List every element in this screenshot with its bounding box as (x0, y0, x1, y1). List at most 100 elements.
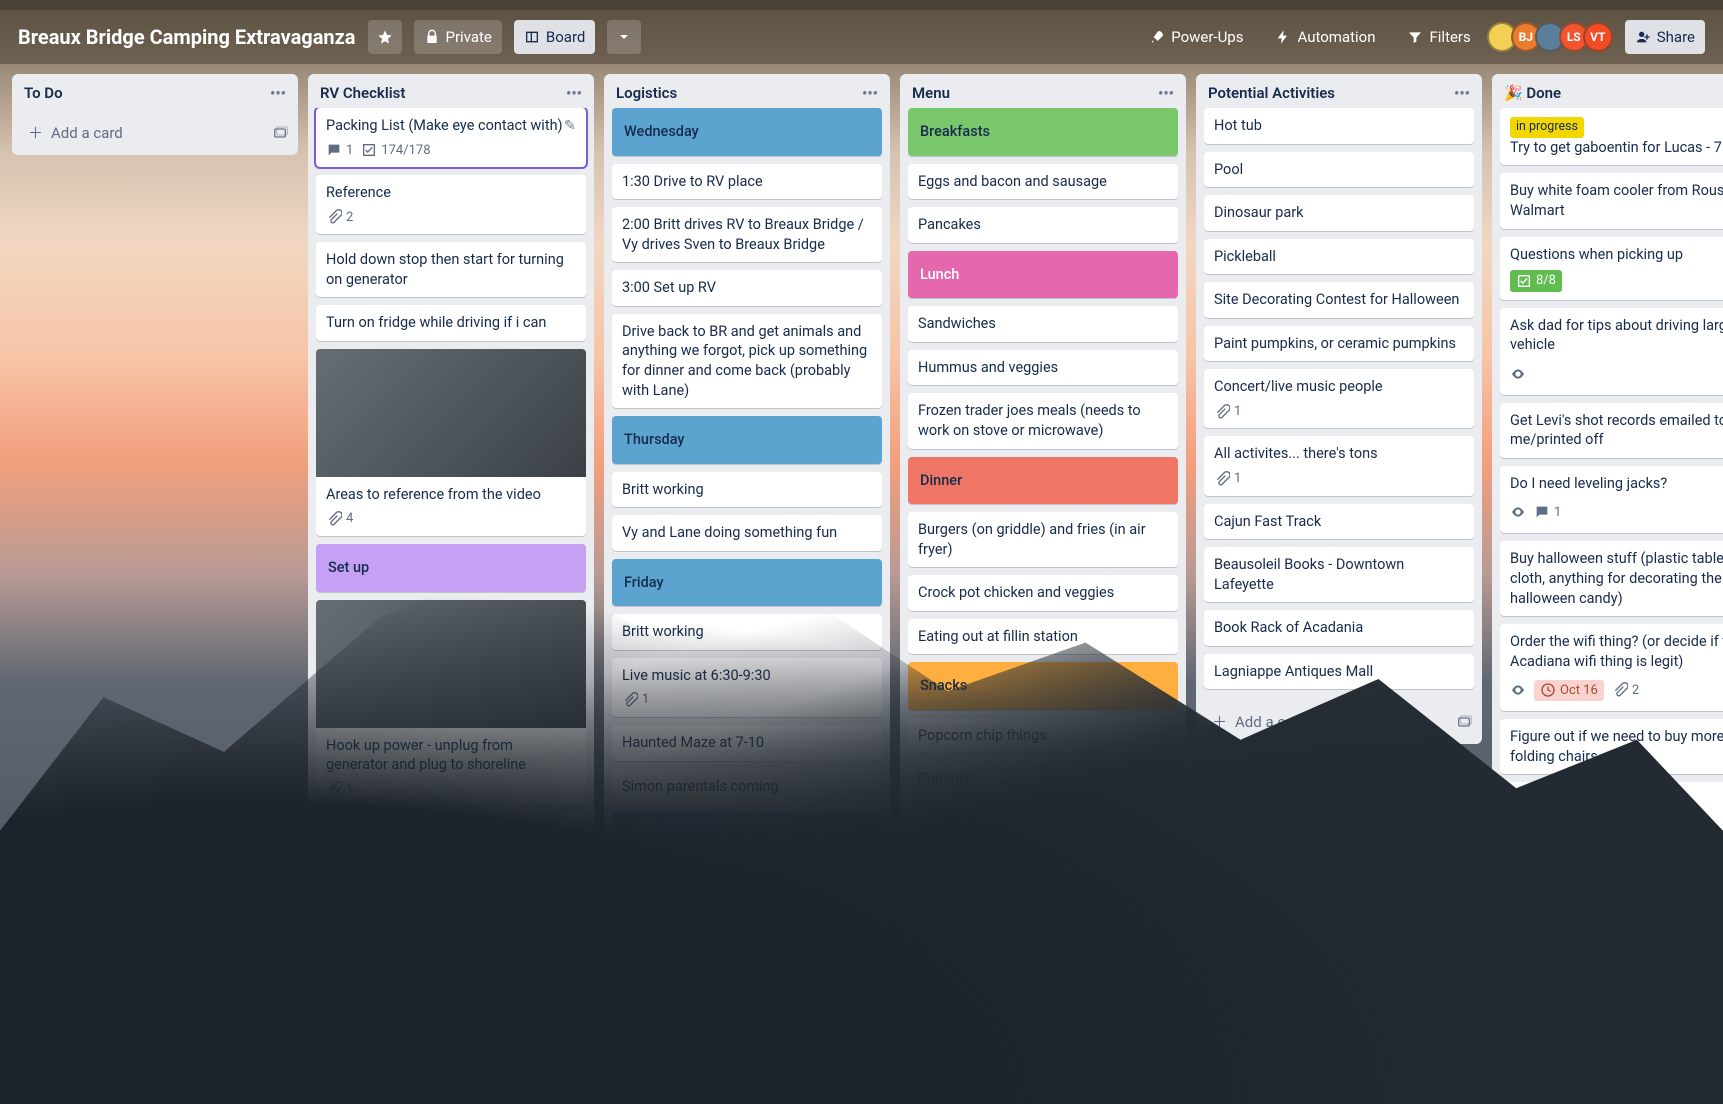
card[interactable]: Pool (1204, 152, 1474, 188)
rocket-icon (1149, 29, 1165, 45)
card-badges: 1174/178 (326, 142, 576, 160)
card[interactable]: Hold down stop then start for turning on… (316, 242, 586, 297)
chevron-down-icon (616, 29, 632, 45)
list-title[interactable]: Potential Activities (1208, 84, 1335, 102)
card[interactable]: Cajun Fast Track (1204, 504, 1474, 540)
list-title[interactable]: RV Checklist (320, 84, 405, 102)
card[interactable]: Paint pumpkins, or ceramic pumpkins (1204, 326, 1474, 362)
card[interactable]: Dinosaur park (1204, 195, 1474, 231)
automation-button[interactable]: Automation (1265, 20, 1385, 54)
card-title: Frozen trader joes meals (needs to work … (918, 402, 1141, 439)
card[interactable]: Reference2 (316, 175, 586, 234)
add-card-button[interactable]: ＋ Add a card (22, 118, 264, 147)
view-button[interactable]: Board (514, 20, 595, 54)
list-menu-button[interactable]: ••• (1454, 84, 1470, 102)
card[interactable]: Buy halloween stuff (plastic table cloth… (1500, 541, 1723, 616)
badge-attach: 1 (1214, 403, 1241, 421)
card[interactable]: Site Decorating Contest for Halloween (1204, 282, 1474, 318)
card[interactable]: Buy white foam cooler from Rouses or Wal… (1500, 173, 1723, 228)
card[interactable]: 2:00 Britt drives RV to Breaux Bridge / … (612, 207, 882, 262)
card[interactable]: Breakfasts (908, 108, 1178, 156)
card[interactable]: 3:00 Set up RV (612, 270, 882, 306)
card[interactable]: Drive back to BR and get animals and any… (612, 314, 882, 408)
card-title: Questions when picking up (1510, 246, 1683, 263)
card[interactable]: Dinner (908, 457, 1178, 505)
card-title: Set up (328, 559, 369, 576)
card[interactable]: Eating out at fillin station (908, 619, 1178, 655)
card[interactable]: ✎Packing List (Make eye contact with)117… (316, 108, 586, 167)
card[interactable]: Frozen trader joes meals (needs to work … (908, 393, 1178, 448)
card[interactable]: Hummus and veggies (908, 350, 1178, 386)
list-cards[interactable]: Hot tub Pool Dinosaur park Pickleball Site D… (1196, 108, 1482, 699)
card[interactable]: Do I need leveling jacks?1 (1500, 466, 1723, 534)
pencil-icon[interactable]: ✎ (564, 116, 576, 136)
list-menu-button[interactable]: ••• (566, 84, 582, 102)
list-header: To Do ••• (12, 74, 298, 108)
card[interactable]: Pickleball (1204, 239, 1474, 275)
card[interactable]: Beausoleil Books - Downtown Lafeyette (1204, 547, 1474, 602)
share-button[interactable]: Share (1625, 20, 1705, 54)
card[interactable]: Crock pot chicken and veggies (908, 575, 1178, 611)
card[interactable]: Wednesday (612, 108, 882, 156)
filters-label: Filters (1429, 28, 1470, 46)
badge-attach: 2 (1612, 682, 1639, 700)
star-button[interactable] (368, 20, 402, 54)
star-icon (377, 29, 393, 45)
list-menu-button[interactable]: ••• (862, 84, 878, 102)
card[interactable]: Lunch (908, 251, 1178, 299)
list-title[interactable]: Menu (912, 84, 950, 102)
card-badges (1510, 361, 1723, 387)
visibility-label: Private (446, 28, 492, 46)
card-title: Try to get gaboentin for Lucas - 7lbs (1510, 139, 1723, 156)
card-badges: 1 (1510, 499, 1723, 525)
card[interactable]: Sandwiches (908, 306, 1178, 342)
card[interactable]: Order the wifi thing? (or decide if this… (1500, 624, 1723, 711)
card-template-button[interactable] (1456, 714, 1472, 730)
list-menu-button[interactable]: ••• (270, 84, 286, 102)
card[interactable]: Thursday (612, 416, 882, 464)
powerups-button[interactable]: Power-Ups (1139, 20, 1253, 54)
card[interactable]: Concert/live music people1 (1204, 369, 1474, 428)
card[interactable]: Eggs and bacon and sausage (908, 164, 1178, 200)
card[interactable]: Ask dad for tips about driving large veh… (1500, 308, 1723, 395)
card[interactable]: Areas to reference from the video4 (316, 349, 586, 536)
board-title[interactable]: Breaux Bridge Camping Extravaganza (18, 25, 356, 49)
card[interactable]: Get Levi's shot records emailed to me/pr… (1500, 403, 1723, 458)
card-title: Wednesday (624, 123, 699, 140)
list-title[interactable]: To Do (24, 84, 63, 102)
card-badges: 2 (326, 209, 576, 227)
card[interactable]: All activites... there's tons1 (1204, 436, 1474, 495)
member-avatars[interactable]: BJ LS VT (1493, 22, 1613, 52)
card[interactable]: Friday (612, 559, 882, 607)
card-badges: 8/8 (1510, 270, 1723, 292)
visibility-button[interactable]: Private (414, 20, 502, 54)
filters-button[interactable]: Filters (1397, 20, 1480, 54)
list-title[interactable]: 🎉 Done (1504, 84, 1561, 102)
card-template-button[interactable] (272, 125, 288, 141)
list: To Do ••• ＋ Add a card (12, 74, 298, 155)
card[interactable]: Hot tub (1204, 108, 1474, 144)
avatar[interactable]: VT (1583, 22, 1613, 52)
card-title: Pool (1214, 161, 1243, 178)
card[interactable]: Vy and Lane doing something fun (612, 515, 882, 551)
card[interactable]: Burgers (on griddle) and fries (in air f… (908, 512, 1178, 567)
list-footer: ＋ Add a card (12, 110, 298, 155)
template-icon (272, 125, 288, 141)
card[interactable]: Questions when picking up 8/8 (1500, 237, 1723, 300)
badge-eye (1510, 366, 1526, 382)
card[interactable]: Book Rack of Acadania (1204, 610, 1474, 646)
card-title: Get Levi's shot records emailed to me/pr… (1510, 412, 1723, 449)
list-menu-button[interactable]: ••• (1158, 84, 1174, 102)
card[interactable]: Lagniappe Antiques Mall (1204, 654, 1474, 690)
card[interactable]: 1:30 Drive to RV place (612, 164, 882, 200)
card[interactable]: Britt working (612, 472, 882, 508)
card[interactable]: Pancakes (908, 207, 1178, 243)
card-title: Turn on fridge while driving if i can (326, 314, 546, 331)
view-switch-button[interactable] (607, 20, 641, 54)
card[interactable]: Turn on fridge while driving if i can (316, 305, 586, 341)
add-card-label: Add a card (51, 124, 123, 142)
card-title: Burgers (on griddle) and fries (in air f… (918, 521, 1146, 558)
card[interactable]: in progressTry to get gaboentin for Luca… (1500, 108, 1723, 165)
list-title[interactable]: Logistics (616, 84, 677, 102)
badge-check: 8/8 (1510, 270, 1562, 292)
